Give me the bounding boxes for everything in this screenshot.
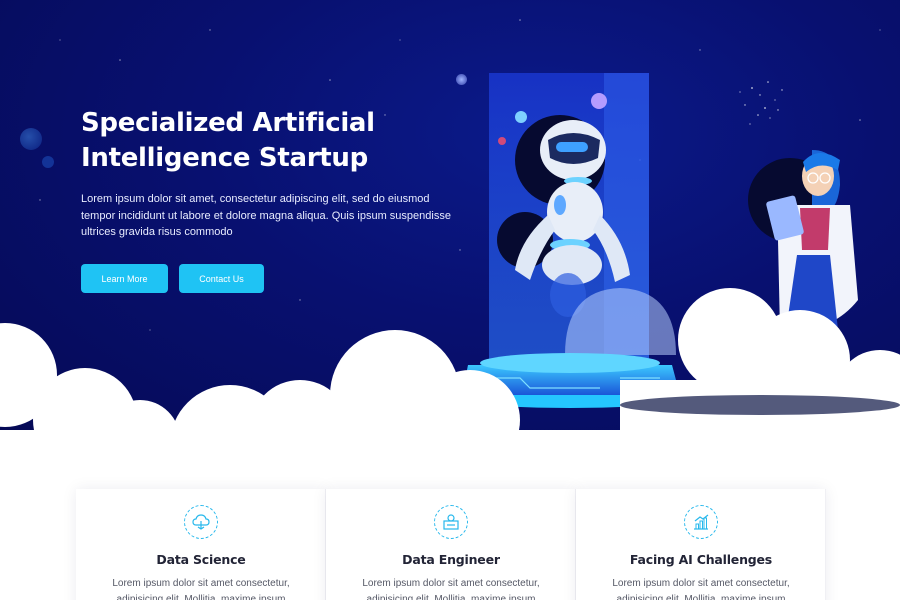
chart-growth-icon xyxy=(684,505,718,539)
card-text: Lorem ipsum dolor sit amet consectetur, … xyxy=(112,578,290,600)
robot-illustration xyxy=(458,73,858,412)
card-title: Data Science xyxy=(156,552,246,567)
card-text: Lorem ipsum dolor sit amet consectetur, … xyxy=(612,578,790,600)
card-text: Lorem ipsum dolor sit amet consectetur, … xyxy=(362,578,540,600)
service-card-data-engineer[interactable]: Data Engineer Lorem ipsum dolor sit amet… xyxy=(326,489,576,600)
service-card-facing-ai-challenges[interactable]: Facing AI Challenges Lorem ipsum dolor s… xyxy=(576,489,826,600)
cloud-icon xyxy=(184,505,218,539)
services-cards: Data Science Lorem ipsum dolor sit amet … xyxy=(76,489,826,600)
service-card-data-science[interactable]: Data Science Lorem ipsum dolor sit amet … xyxy=(76,489,326,600)
hero-section: Specialized Artificial Intelligence Star… xyxy=(0,0,900,440)
data-engineer-icon xyxy=(434,505,468,539)
card-title: Data Engineer xyxy=(402,552,500,567)
card-title: Facing AI Challenges xyxy=(629,552,773,567)
